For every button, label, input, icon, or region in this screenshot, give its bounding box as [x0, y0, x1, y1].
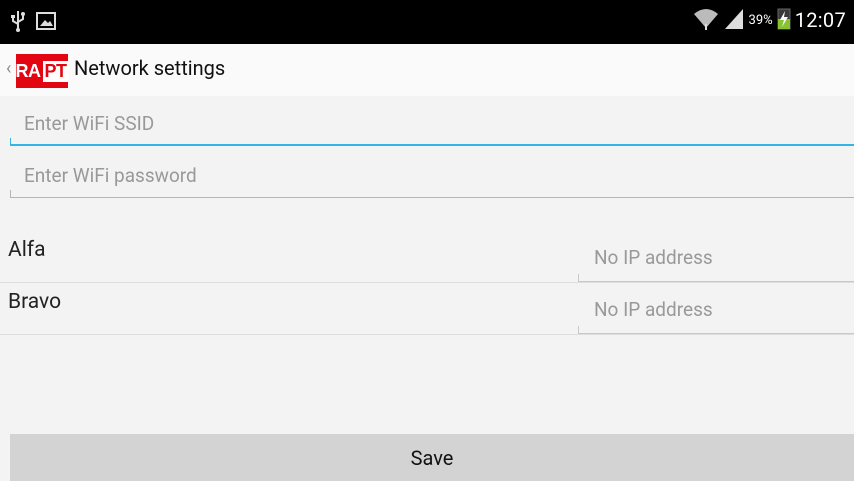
- gallery-icon: [36, 12, 56, 34]
- ip-address-value: No IP address: [594, 298, 713, 321]
- battery-charging-icon: [777, 6, 791, 34]
- device-name: Bravo: [8, 290, 62, 314]
- ip-address-value: No IP address: [594, 246, 713, 269]
- battery-percent: 39%: [748, 12, 773, 28]
- password-placeholder: Enter WiFi password: [24, 164, 197, 187]
- save-button[interactable]: Save: [10, 434, 854, 481]
- ip-address-field[interactable]: No IP address: [578, 296, 854, 334]
- usb-icon: [10, 10, 26, 36]
- wifi-icon: [693, 6, 719, 34]
- app-logo[interactable]: RA PT: [16, 54, 69, 88]
- clock: 12:07: [794, 8, 846, 32]
- signal-icon: [723, 7, 745, 33]
- ip-address-field[interactable]: No IP address: [578, 244, 854, 282]
- device-name: Alfa: [8, 238, 46, 262]
- back-chevron-icon[interactable]: ‹: [6, 58, 11, 79]
- password-input[interactable]: Enter WiFi password: [10, 154, 854, 198]
- device-row: Alfa No IP address: [0, 230, 854, 283]
- page-title: Network settings: [74, 56, 226, 80]
- action-bar: ‹ RA PT Network settings: [0, 44, 854, 96]
- status-bar: 39% 12:07: [0, 0, 854, 44]
- ssid-input[interactable]: Enter WiFi SSID: [10, 102, 854, 146]
- ssid-placeholder: Enter WiFi SSID: [24, 112, 155, 135]
- device-row: Bravo No IP address: [0, 282, 854, 335]
